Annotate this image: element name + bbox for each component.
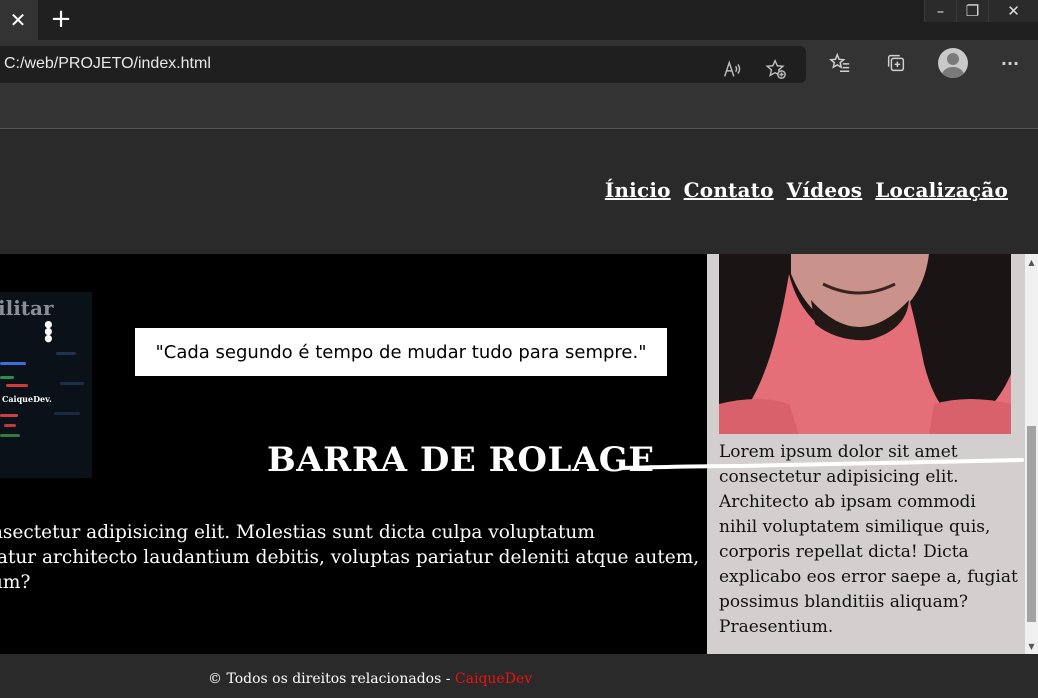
nav-link-contato[interactable]: Contato: [684, 178, 774, 202]
video-thumbnail[interactable]: ilitar • • • CaiqueDev.: [0, 292, 92, 478]
avatar[interactable]: [938, 48, 968, 78]
read-aloud-icon[interactable]: [717, 54, 747, 84]
code-line: [0, 434, 20, 437]
site-footer: © Todos os direitos relacionados - Caiqu…: [0, 654, 1038, 698]
paragraph-line: um?: [0, 572, 31, 593]
code-line: [60, 382, 84, 385]
favorites-icon[interactable]: [825, 48, 855, 78]
quote-text: "Cada segundo é tempo de mudar tudo para…: [155, 341, 647, 363]
scrollbar-thumb[interactable]: [1027, 426, 1036, 622]
code-line: [0, 362, 26, 365]
quote-box: "Cada segundo é tempo de mudar tudo para…: [135, 328, 667, 376]
browser-tab[interactable]: ✕: [0, 0, 38, 40]
kebab-menu-icon[interactable]: • • •: [42, 315, 55, 349]
browser-toolbar: C:/web/PROJETO/index.html ···: [0, 40, 1038, 88]
profile-icon[interactable]: [938, 48, 968, 78]
footer-brand[interactable]: CaiqueDev: [455, 671, 532, 687]
aside-text: Lorem ipsum dolor sit amet consectetur a…: [719, 442, 1018, 637]
new-tab-button[interactable]: +: [44, 2, 78, 36]
minimize-icon[interactable]: –: [924, 0, 956, 22]
close-window-icon[interactable]: ✕: [988, 0, 1038, 22]
profile-photo: [719, 254, 1011, 434]
url-text[interactable]: C:/web/PROJETO/index.html: [4, 55, 211, 73]
code-line: [54, 412, 80, 415]
code-line: [0, 376, 14, 379]
scrollbar[interactable]: ▲ ▼: [1025, 254, 1038, 654]
favorites-bar: [0, 88, 1038, 129]
address-bar[interactable]: C:/web/PROJETO/index.html: [0, 46, 806, 83]
aside-panel: Lorem ipsum dolor sit amet consectetur a…: [707, 254, 1025, 654]
paragraph-line: iatur architecto laudantium debitis, vol…: [0, 547, 700, 568]
window-controls: – ❐ ✕: [924, 0, 1038, 22]
restore-icon[interactable]: ❐: [956, 0, 988, 22]
main-nav: Ínicio Contato Vídeos Localização: [605, 178, 1008, 202]
code-line: [6, 384, 28, 387]
paragraph-line: nsectetur adipisicing elit. Molestias su…: [0, 522, 595, 543]
footer-text: © Todos os direitos relacionados - Caiqu…: [208, 671, 532, 687]
scroll-down-arrow-icon[interactable]: ▼: [1025, 642, 1038, 652]
scroll-up-arrow-icon[interactable]: ▲: [1025, 258, 1038, 268]
site-header: Ínicio Contato Vídeos Localização: [0, 129, 1038, 254]
nav-link-videos[interactable]: Vídeos: [787, 178, 863, 202]
nav-link-localizacao[interactable]: Localização: [875, 178, 1008, 202]
copyright-text: © Todos os direitos relacionados -: [208, 671, 455, 687]
code-line: [0, 414, 18, 417]
code-line: [56, 352, 76, 355]
close-tab-icon[interactable]: ✕: [0, 0, 36, 40]
more-icon[interactable]: ···: [995, 48, 1025, 78]
main-content: ilitar • • • CaiqueDev. "Cada segundo é te…: [0, 254, 707, 654]
collections-icon[interactable]: [881, 48, 911, 78]
annotation-heading: BARRA DE ROLAGE: [267, 440, 655, 480]
main-paragraph: nsectetur adipisicing elit. Molestias su…: [0, 520, 700, 595]
add-favorite-icon[interactable]: [761, 54, 791, 84]
nav-link-inicio[interactable]: Ínicio: [605, 178, 671, 202]
thumbnail-caption: CaiqueDev.: [2, 394, 52, 404]
code-line: [4, 424, 16, 427]
tab-strip: ✕ + – ❐ ✕: [0, 0, 1038, 40]
